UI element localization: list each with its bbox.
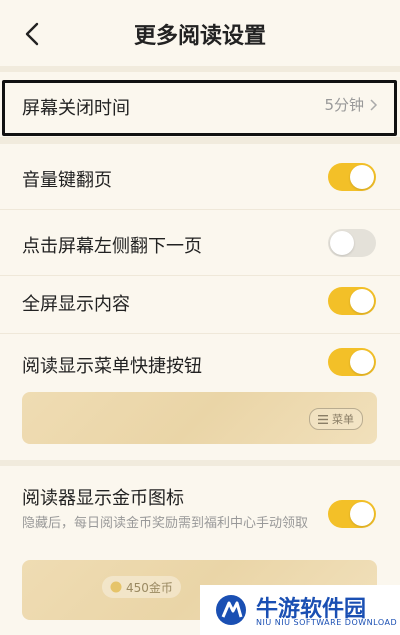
setting-label: 点击屏幕左侧翻下一页 [22,236,202,257]
menu-chip-label: 菜单 [332,413,354,426]
niuyou-logo-icon [216,595,246,625]
coin-chip: 450金币 [102,576,181,598]
setting-label: 阅读器显示金币图标 [22,488,184,509]
fullscreen-toggle[interactable] [328,287,376,315]
coin-chip-label: 450金币 [126,580,173,595]
setting-fullscreen: 全屏显示内容 [0,268,400,334]
watermark: 牛游软件园 NIU NIU SOFTWARE DOWNLOAD [200,585,400,635]
menu-preview-image: 菜单 [22,392,377,444]
page-title: 更多阅读设置 [133,24,266,49]
header: 更多阅读设置 [0,0,400,66]
menu-shortcut-toggle[interactable] [328,348,376,376]
volume-key-toggle[interactable] [328,163,376,191]
toggle-knob [350,289,374,313]
watermark-subtitle: NIU NIU SOFTWARE DOWNLOAD [256,618,398,627]
setting-label: 阅读显示菜单快捷按钮 [22,356,202,377]
coin-icon-description: 隐藏后，每日阅读金币奖励需到福利中心手动领取 [22,516,309,531]
setting-tap-left: 点击屏幕左侧翻下一页 [0,210,400,276]
toggle-knob [350,165,374,189]
toggle-knob [350,502,374,526]
menu-chip: 菜单 [309,408,363,430]
setting-label: 音量键翻页 [22,170,112,191]
setting-menu-shortcut: 阅读显示菜单快捷按钮 菜单 [0,330,400,460]
setting-volume-key: 音量键翻页 [0,144,400,210]
toggle-knob [350,350,374,374]
menu-lines-icon [318,414,328,424]
setting-label: 全屏显示内容 [22,294,130,315]
highlight-box [2,80,397,136]
tap-left-toggle[interactable] [328,229,376,257]
toggle-knob [330,231,354,255]
coin-icon [110,581,122,593]
